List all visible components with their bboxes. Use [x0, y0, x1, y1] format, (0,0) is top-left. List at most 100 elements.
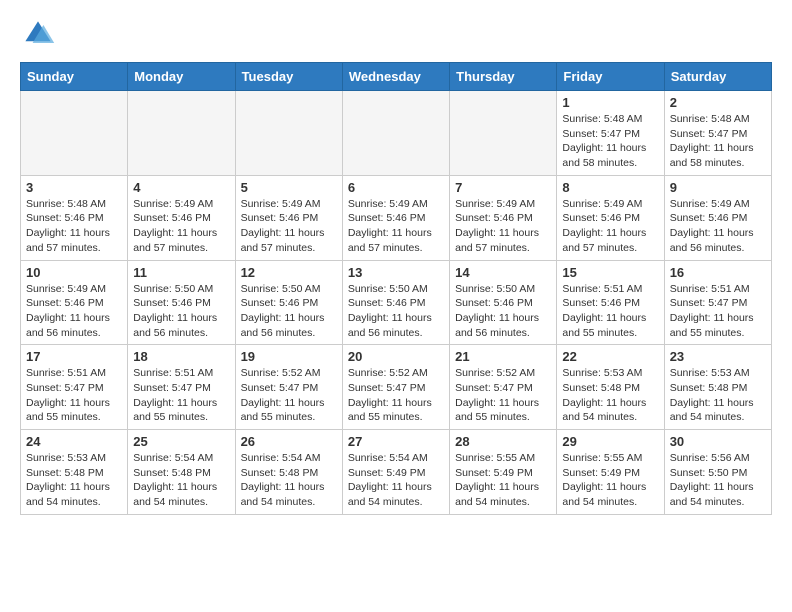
calendar-cell: 28Sunrise: 5:55 AMSunset: 5:49 PMDayligh…: [450, 430, 557, 515]
day-detail: Sunrise: 5:52 AMSunset: 5:47 PMDaylight:…: [241, 366, 337, 425]
calendar-cell: 7 Sunrise: 5:49 AMSunset: 5:46 PMDaylight…: [450, 175, 557, 260]
day-number: 17: [26, 349, 122, 364]
calendar-cell: [128, 91, 235, 176]
calendar-cell: 20Sunrise: 5:52 AMSunset: 5:47 PMDayligh…: [342, 345, 449, 430]
day-detail: Sunrise: 5:51 AMSunset: 5:47 PMDaylight:…: [26, 366, 122, 425]
day-detail: Sunrise: 5:49 AMSunset: 5:46 PMDaylight:…: [562, 197, 658, 256]
day-detail: Sunrise: 5:53 AMSunset: 5:48 PMDaylight:…: [562, 366, 658, 425]
calendar-cell: [342, 91, 449, 176]
day-detail: Sunrise: 5:51 AMSunset: 5:46 PMDaylight:…: [562, 282, 658, 341]
header: [20, 16, 772, 52]
day-detail: Sunrise: 5:54 AMSunset: 5:49 PMDaylight:…: [348, 451, 444, 510]
week-row-4: 17 Sunrise: 5:51 AMSunset: 5:47 PMDayligh…: [21, 345, 772, 430]
calendar-cell: 27 Sunrise: 5:54 AMSunset: 5:49 PMDayligh…: [342, 430, 449, 515]
calendar-cell: 1 Sunrise: 5:48 AMSunset: 5:47 PMDaylight…: [557, 91, 664, 176]
day-number: 29: [562, 434, 658, 449]
calendar-cell: 23 Sunrise: 5:53 AMSunset: 5:48 PMDayligh…: [664, 345, 771, 430]
day-detail: Sunrise: 5:48 AMSunset: 5:47 PMDaylight:…: [670, 112, 766, 171]
day-detail: Sunrise: 5:51 AMSunset: 5:47 PMDaylight:…: [133, 366, 229, 425]
day-detail: Sunrise: 5:50 AMSunset: 5:46 PMDaylight:…: [133, 282, 229, 341]
calendar-cell: 5Sunrise: 5:49 AMSunset: 5:46 PMDaylight…: [235, 175, 342, 260]
day-number: 21: [455, 349, 551, 364]
calendar-cell: 8 Sunrise: 5:49 AMSunset: 5:46 PMDaylight…: [557, 175, 664, 260]
day-number: 3: [26, 180, 122, 195]
weekday-header-tuesday: Tuesday: [235, 63, 342, 91]
day-detail: Sunrise: 5:51 AMSunset: 5:47 PMDaylight:…: [670, 282, 766, 341]
day-number: 4: [133, 180, 229, 195]
day-detail: Sunrise: 5:48 AMSunset: 5:46 PMDaylight:…: [26, 197, 122, 256]
calendar-cell: 14 Sunrise: 5:50 AMSunset: 5:46 PMDayligh…: [450, 260, 557, 345]
day-detail: Sunrise: 5:50 AMSunset: 5:46 PMDaylight:…: [241, 282, 337, 341]
calendar-cell: [21, 91, 128, 176]
day-number: 18: [133, 349, 229, 364]
calendar-cell: [235, 91, 342, 176]
week-row-3: 10 Sunrise: 5:49 AMSunset: 5:46 PMDayligh…: [21, 260, 772, 345]
day-detail: Sunrise: 5:56 AMSunset: 5:50 PMDaylight:…: [670, 451, 766, 510]
weekday-header-monday: Monday: [128, 63, 235, 91]
calendar-cell: 22Sunrise: 5:53 AMSunset: 5:48 PMDayligh…: [557, 345, 664, 430]
calendar-cell: 26Sunrise: 5:54 AMSunset: 5:48 PMDayligh…: [235, 430, 342, 515]
day-number: 7: [455, 180, 551, 195]
logo: [20, 16, 60, 52]
day-number: 1: [562, 95, 658, 110]
calendar-cell: 6 Sunrise: 5:49 AMSunset: 5:46 PMDaylight…: [342, 175, 449, 260]
day-detail: Sunrise: 5:49 AMSunset: 5:46 PMDaylight:…: [455, 197, 551, 256]
day-detail: Sunrise: 5:48 AMSunset: 5:47 PMDaylight:…: [562, 112, 658, 171]
calendar-cell: 13Sunrise: 5:50 AMSunset: 5:46 PMDayligh…: [342, 260, 449, 345]
calendar-cell: [450, 91, 557, 176]
day-number: 27: [348, 434, 444, 449]
day-number: 19: [241, 349, 337, 364]
day-detail: Sunrise: 5:50 AMSunset: 5:46 PMDaylight:…: [348, 282, 444, 341]
day-number: 15: [562, 265, 658, 280]
day-number: 10: [26, 265, 122, 280]
week-row-5: 24 Sunrise: 5:53 AMSunset: 5:48 PMDayligh…: [21, 430, 772, 515]
calendar-header: SundayMondayTuesdayWednesdayThursdayFrid…: [21, 63, 772, 91]
day-number: 23: [670, 349, 766, 364]
day-number: 16: [670, 265, 766, 280]
day-number: 24: [26, 434, 122, 449]
day-detail: Sunrise: 5:50 AMSunset: 5:46 PMDaylight:…: [455, 282, 551, 341]
day-number: 9: [670, 180, 766, 195]
weekday-header-friday: Friday: [557, 63, 664, 91]
calendar-cell: 17 Sunrise: 5:51 AMSunset: 5:47 PMDayligh…: [21, 345, 128, 430]
calendar-cell: 19 Sunrise: 5:52 AMSunset: 5:47 PMDayligh…: [235, 345, 342, 430]
calendar-cell: 18 Sunrise: 5:51 AMSunset: 5:47 PMDayligh…: [128, 345, 235, 430]
calendar-cell: 12 Sunrise: 5:50 AMSunset: 5:46 PMDayligh…: [235, 260, 342, 345]
day-number: 14: [455, 265, 551, 280]
day-detail: Sunrise: 5:53 AMSunset: 5:48 PMDaylight:…: [26, 451, 122, 510]
page: SundayMondayTuesdayWednesdayThursdayFrid…: [0, 0, 792, 531]
day-detail: Sunrise: 5:49 AMSunset: 5:46 PMDaylight:…: [670, 197, 766, 256]
day-number: 30: [670, 434, 766, 449]
day-detail: Sunrise: 5:49 AMSunset: 5:46 PMDaylight:…: [348, 197, 444, 256]
day-detail: Sunrise: 5:52 AMSunset: 5:47 PMDaylight:…: [348, 366, 444, 425]
calendar-cell: 25Sunrise: 5:54 AMSunset: 5:48 PMDayligh…: [128, 430, 235, 515]
calendar-cell: 24 Sunrise: 5:53 AMSunset: 5:48 PMDayligh…: [21, 430, 128, 515]
week-row-1: 1 Sunrise: 5:48 AMSunset: 5:47 PMDaylight…: [21, 91, 772, 176]
day-number: 12: [241, 265, 337, 280]
calendar-cell: 15 Sunrise: 5:51 AMSunset: 5:46 PMDayligh…: [557, 260, 664, 345]
day-number: 2: [670, 95, 766, 110]
weekday-header-saturday: Saturday: [664, 63, 771, 91]
calendar-cell: 21Sunrise: 5:52 AMSunset: 5:47 PMDayligh…: [450, 345, 557, 430]
calendar-cell: 3 Sunrise: 5:48 AMSunset: 5:46 PMDaylight…: [21, 175, 128, 260]
calendar-body: 1 Sunrise: 5:48 AMSunset: 5:47 PMDaylight…: [21, 91, 772, 515]
day-number: 8: [562, 180, 658, 195]
weekday-header-sunday: Sunday: [21, 63, 128, 91]
calendar-cell: 10 Sunrise: 5:49 AMSunset: 5:46 PMDayligh…: [21, 260, 128, 345]
day-detail: Sunrise: 5:55 AMSunset: 5:49 PMDaylight:…: [455, 451, 551, 510]
calendar-cell: 29 Sunrise: 5:55 AMSunset: 5:49 PMDayligh…: [557, 430, 664, 515]
calendar-cell: 4 Sunrise: 5:49 AMSunset: 5:46 PMDaylight…: [128, 175, 235, 260]
day-detail: Sunrise: 5:49 AMSunset: 5:46 PMDaylight:…: [241, 197, 337, 256]
day-number: 25: [133, 434, 229, 449]
calendar-cell: 2 Sunrise: 5:48 AMSunset: 5:47 PMDaylight…: [664, 91, 771, 176]
day-detail: Sunrise: 5:55 AMSunset: 5:49 PMDaylight:…: [562, 451, 658, 510]
day-number: 26: [241, 434, 337, 449]
day-detail: Sunrise: 5:49 AMSunset: 5:46 PMDaylight:…: [133, 197, 229, 256]
day-detail: Sunrise: 5:53 AMSunset: 5:48 PMDaylight:…: [670, 366, 766, 425]
logo-icon: [20, 16, 56, 52]
calendar-cell: 30 Sunrise: 5:56 AMSunset: 5:50 PMDayligh…: [664, 430, 771, 515]
day-detail: Sunrise: 5:49 AMSunset: 5:46 PMDaylight:…: [26, 282, 122, 341]
day-number: 6: [348, 180, 444, 195]
day-number: 11: [133, 265, 229, 280]
weekday-header-thursday: Thursday: [450, 63, 557, 91]
